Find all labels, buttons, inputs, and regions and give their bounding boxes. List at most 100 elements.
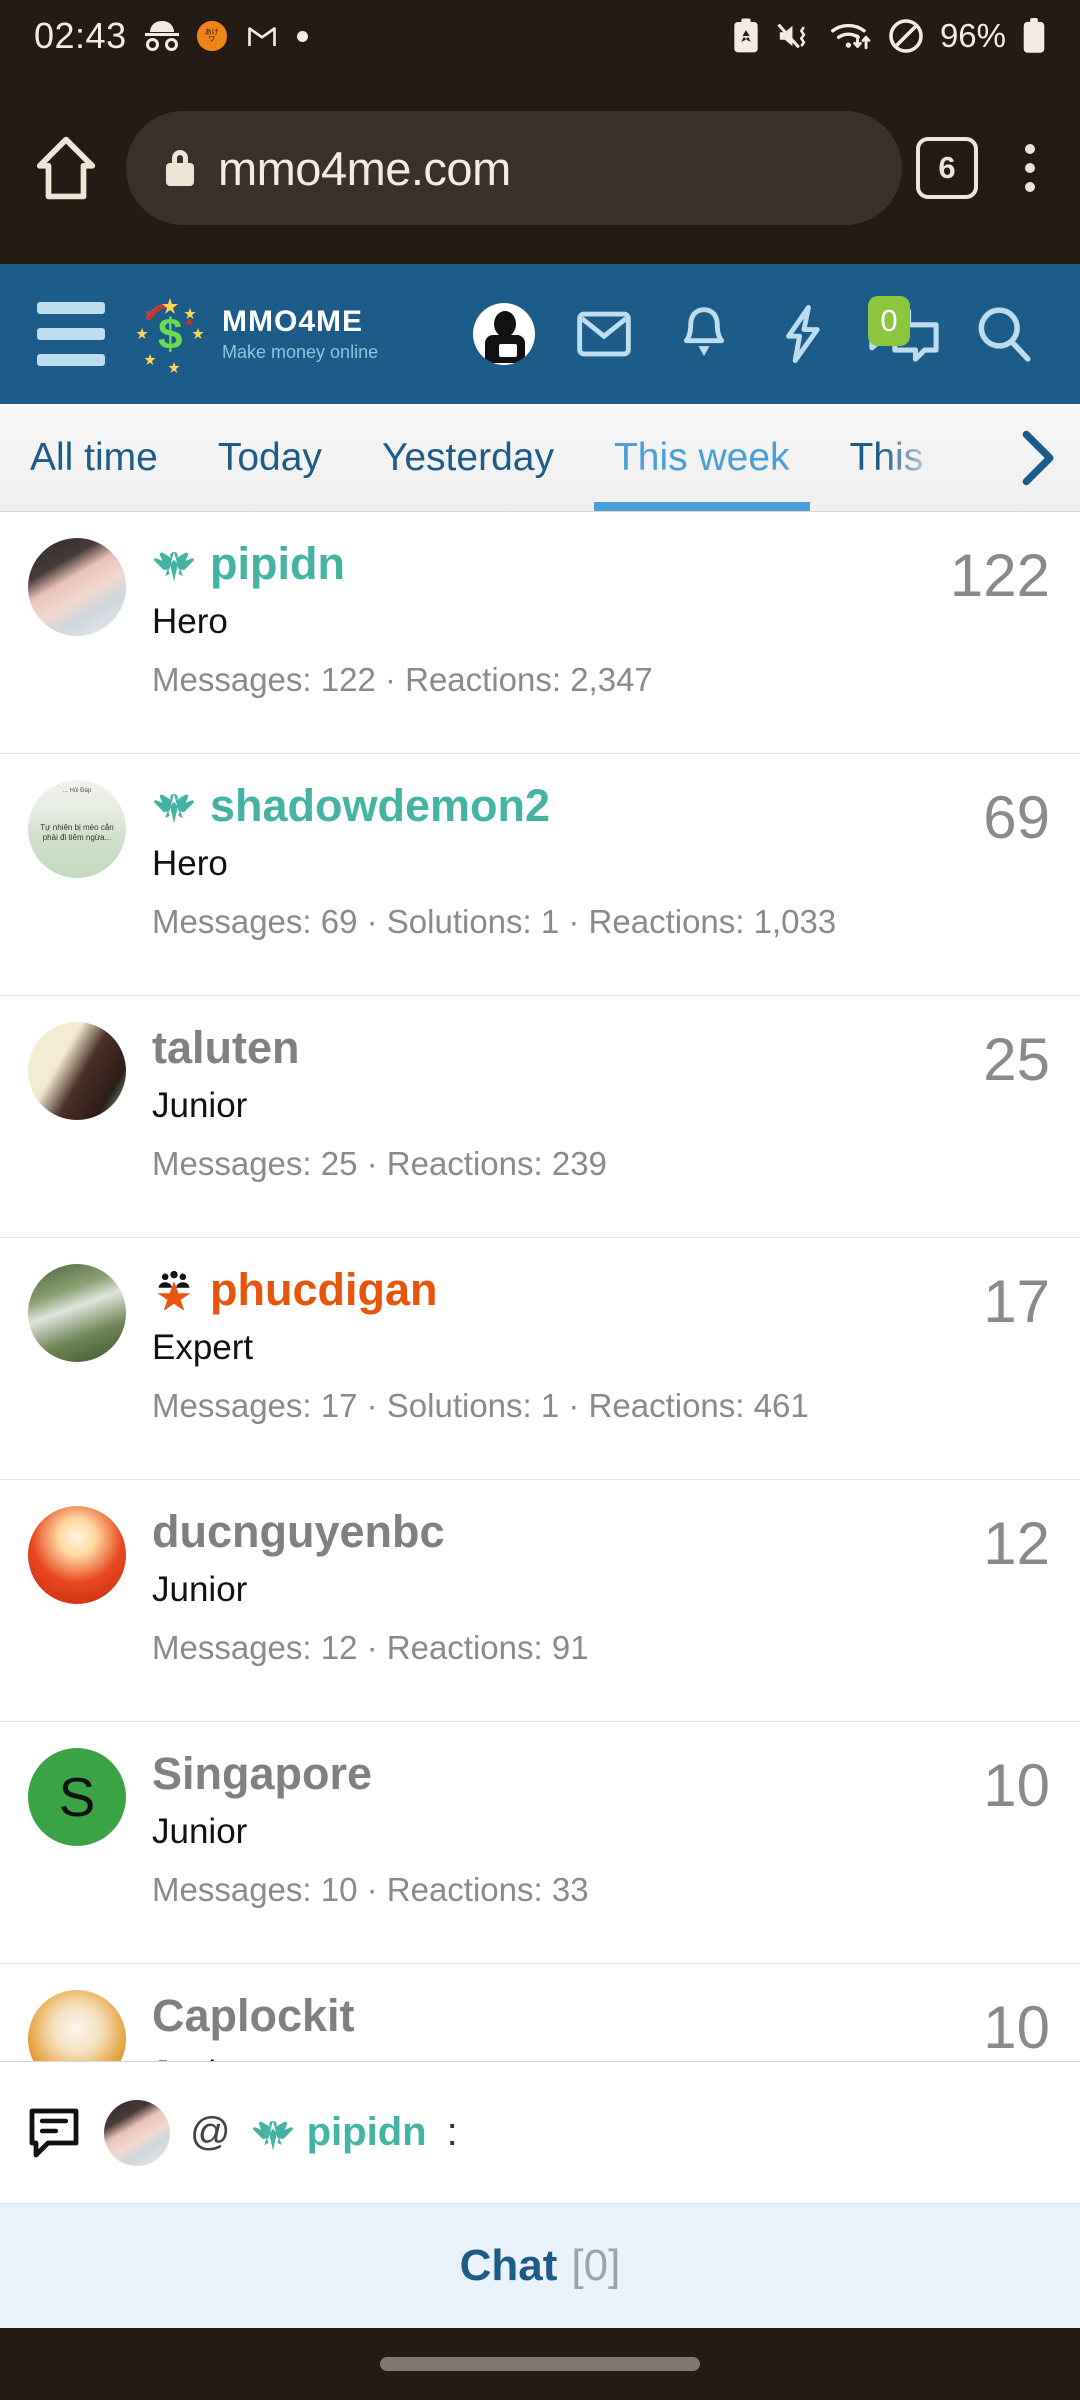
table-row[interactable]: S Singapore Junior Messages: 10 · Reacti…: [0, 1722, 1080, 1964]
username-text: ducnguyenbc: [152, 1506, 445, 1557]
logo-title: MMO4ME: [222, 305, 363, 338]
gmail-icon: [247, 27, 276, 46]
avatar[interactable]: S: [28, 1748, 126, 1846]
status-clock: 02:43: [34, 15, 127, 56]
search-button[interactable]: [956, 286, 1052, 382]
table-row[interactable]: ducnguyenbc Junior Messages: 12 · Reacti…: [0, 1480, 1080, 1722]
user-stats: Messages: 69 · Solutions: 1 · Reactions:…: [152, 902, 837, 940]
mention-colon: :: [446, 2110, 458, 2154]
wifi-transfer-icon: [830, 23, 871, 50]
whats-new-button[interactable]: [756, 286, 852, 382]
inbox-button[interactable]: [556, 286, 652, 382]
site-logo[interactable]: $ MMO4ME Make money online: [128, 292, 378, 376]
avatar[interactable]: [28, 538, 126, 636]
user-title: Hero: [152, 602, 228, 642]
tab-label: Today: [217, 435, 322, 479]
username-link[interactable]: phucdigan: [152, 1266, 965, 1313]
tab-this-month[interactable]: This: [820, 404, 954, 511]
row-body: ducnguyenbc Junior Messages: 12 · Reacti…: [152, 1506, 965, 1666]
row-body: Singapore Junior Messages: 10 · Reaction…: [152, 1748, 965, 1908]
user-title: Junior: [152, 1812, 248, 1852]
url-text: mmo4me.com: [218, 141, 511, 195]
avatar-caption-top: ... Hỏi Đáp: [62, 787, 92, 794]
battery-icon: [1023, 18, 1045, 53]
username-text: shadowdemon2: [210, 780, 551, 831]
svg-text:$: $: [158, 310, 182, 359]
user-title: Junior: [152, 1570, 248, 1610]
mention-username-link[interactable]: pipidn: [251, 2110, 427, 2155]
avatar[interactable]: ... Hỏi Đáp Tự nhiên bị mèo cắn phải đi …: [28, 780, 126, 878]
message-count: 10: [983, 1994, 1050, 2061]
username-link[interactable]: pipidn: [152, 540, 932, 587]
chat-message-icon[interactable]: [28, 2106, 84, 2160]
home-icon: [36, 136, 96, 200]
at-symbol: @: [190, 2110, 231, 2154]
dot-indicator-icon: [296, 30, 308, 42]
avatar[interactable]: [104, 2099, 170, 2166]
logo-text: MMO4ME Make money online: [222, 305, 379, 362]
hamburger-menu-icon[interactable]: [28, 291, 114, 377]
chat-toggle-bar[interactable]: Chat [0]: [0, 2203, 1080, 2328]
recycle-battery-icon: [734, 18, 758, 53]
user-avatar-icon: [473, 303, 535, 365]
tab-label: All time: [30, 435, 158, 479]
tab-label: This: [849, 435, 924, 479]
tab-today[interactable]: Today: [188, 404, 352, 511]
browser-menu-button[interactable]: [1008, 137, 1052, 199]
gesture-pill[interactable]: [380, 2357, 700, 2371]
row-body: phucdigan Expert Messages: 17 · Solution…: [152, 1264, 965, 1424]
table-row[interactable]: ... Hỏi Đáp Tự nhiên bị mèo cắn phải đi …: [0, 754, 1080, 996]
username-link[interactable]: ducnguyenbc: [152, 1506, 965, 1557]
chat-mention-line[interactable]: @ pipidn :: [0, 2061, 1080, 2203]
avatar[interactable]: [28, 1022, 126, 1120]
user-title: Hero: [152, 844, 228, 884]
message-count: 10: [983, 1752, 1050, 1819]
message-count: 122: [949, 542, 1050, 609]
battery-percent: 96%: [939, 17, 1006, 54]
alerts-button[interactable]: [656, 286, 752, 382]
tabs-next-button[interactable]: [994, 404, 1080, 511]
username-link[interactable]: Caplockit: [152, 1990, 965, 2041]
phone-screen: 02:43 あけワ 96% mmo4me.com 6 $ MMO4ME Make…: [0, 0, 1080, 2400]
username-link[interactable]: taluten: [152, 1024, 965, 1072]
logo-tagline: Make money online: [222, 342, 379, 362]
tab-yesterday[interactable]: Yesterday: [352, 404, 584, 511]
chat-bar-label: Chat: [459, 2241, 558, 2290]
user-stats: Messages: 12 · Reactions: 91: [152, 1628, 589, 1666]
url-bar[interactable]: mmo4me.com: [126, 111, 902, 225]
phoenix-wings-icon: [252, 2120, 293, 2151]
mention-username-text: pipidn: [306, 2110, 427, 2154]
home-button[interactable]: [28, 130, 104, 206]
username-link[interactable]: shadowdemon2: [152, 782, 965, 829]
mute-vibrate-icon: [777, 23, 806, 49]
username-link[interactable]: Singapore: [152, 1750, 965, 1798]
username-text: phucdigan: [210, 1264, 438, 1315]
tab-switcher-button[interactable]: 6: [916, 137, 978, 199]
status-bar: 02:43 あけワ 96%: [0, 0, 1080, 72]
incognito-glasses-icon: [144, 21, 179, 51]
row-body: pipidn Hero Messages: 122 · Reactions: 2…: [152, 538, 932, 698]
chat-button[interactable]: 0: [856, 286, 952, 382]
avatar[interactable]: [28, 1506, 126, 1604]
phoenix-wings-icon: [154, 551, 194, 582]
message-count: 69: [983, 784, 1050, 851]
status-bar-left: 02:43 あけワ: [34, 15, 308, 57]
username-text: Caplockit: [152, 1990, 355, 2041]
table-row[interactable]: phucdigan Expert Messages: 17 · Solution…: [0, 1238, 1080, 1480]
lightning-bolt-icon: [786, 304, 820, 364]
account-button[interactable]: [456, 286, 552, 382]
system-navigation-bar: [0, 2328, 1080, 2400]
chat-bar-count: [0]: [571, 2241, 621, 2290]
table-row[interactable]: pipidn Hero Messages: 122 · Reactions: 2…: [0, 512, 1080, 754]
lock-icon: [166, 150, 194, 186]
avatar-letter: S: [58, 1766, 96, 1828]
bottom-chat-dock: @ pipidn : Chat [0]: [0, 2061, 1080, 2400]
mmo4me-logo-icon: $: [128, 292, 212, 376]
tab-all-time[interactable]: All time: [0, 404, 188, 511]
chat-unread-badge: 0: [868, 296, 910, 346]
avatar[interactable]: [28, 1264, 126, 1362]
phoenix-wings-icon: [154, 793, 194, 824]
tab-this-week[interactable]: This week: [584, 404, 820, 511]
table-row[interactable]: taluten Junior Messages: 25 · Reactions:…: [0, 996, 1080, 1238]
user-stats: Messages: 10 · Reactions: 33: [152, 1870, 589, 1908]
